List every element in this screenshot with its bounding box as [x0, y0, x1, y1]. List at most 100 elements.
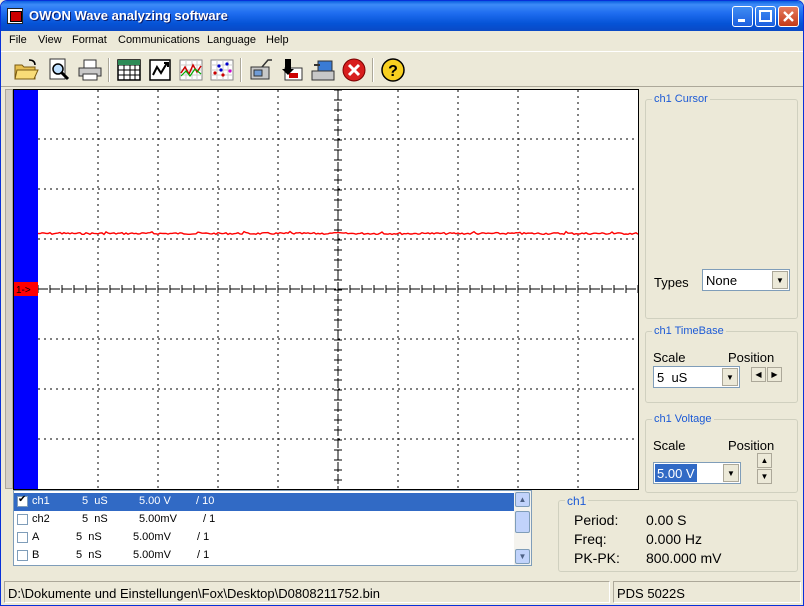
channel-ratio: / 1: [197, 531, 210, 543]
ch2-checkbox[interactable]: [17, 514, 28, 525]
maximize-button[interactable]: [755, 6, 776, 27]
app-window: OWON Wave analyzing software File View F…: [0, 0, 804, 606]
channel-row-b[interactable]: B 5 nS 5.00mV / 1: [14, 547, 516, 565]
menu-language[interactable]: Language: [207, 34, 256, 46]
scroll-up-icon[interactable]: ▲: [515, 492, 530, 507]
timebase-position-left[interactable]: ◀: [751, 367, 766, 382]
channel-ratio: / 1: [197, 549, 210, 561]
status-file-path: D:\Dokumente und Einstellungen\Fox\Deskt…: [4, 581, 610, 603]
timebase-scale-value: 5 uS: [657, 370, 688, 385]
close-button[interactable]: [778, 6, 799, 27]
print-button[interactable]: [77, 57, 103, 83]
types-select-value: None: [706, 273, 738, 288]
help-button[interactable]: ?: [380, 57, 406, 83]
measure-group-title: ch1: [565, 494, 589, 508]
freq-value: 0.000 Hz: [646, 531, 703, 547]
app-icon[interactable]: [7, 8, 23, 24]
voltage-position-down[interactable]: ▼: [757, 469, 772, 484]
ch1-checkbox[interactable]: [17, 494, 28, 507]
toolbar-separator: [372, 58, 374, 82]
maximize-icon: [759, 10, 772, 22]
help-icon: ?: [381, 58, 405, 82]
menu-bar: File View Format Communications Language…: [1, 32, 803, 50]
a-checkbox[interactable]: [17, 532, 28, 543]
voltage-group: ch1 Voltage Scale Position 5.00 V ▼ ▲ ▼: [645, 413, 798, 493]
read-icon: [282, 59, 303, 81]
period-value: 0.00 S: [646, 512, 687, 528]
chevron-down-icon[interactable]: ▼: [772, 271, 788, 289]
open-button[interactable]: [13, 57, 39, 83]
waveform-display[interactable]: 1->: [13, 89, 639, 490]
channel-time: 5 nS: [76, 549, 102, 561]
scroll-down-icon[interactable]: ▼: [515, 549, 530, 564]
read-button[interactable]: [279, 57, 305, 83]
channel-volt: 5.00mV: [133, 549, 171, 561]
voltage-scale-label: Scale: [653, 438, 686, 453]
pkpk-value: 800.000 mV: [646, 550, 722, 566]
b-checkbox[interactable]: [17, 550, 28, 561]
export-icon: [149, 59, 171, 81]
preview-button[interactable]: [46, 57, 72, 83]
voltage-position-up[interactable]: ▲: [757, 453, 772, 468]
menu-view[interactable]: View: [38, 34, 62, 46]
channel-row-ch2[interactable]: ch2 5 nS 5.00mV / 1: [14, 511, 516, 529]
print-icon: [78, 59, 102, 81]
types-label: Types: [654, 275, 689, 290]
freq-label: Freq:: [574, 531, 607, 547]
channel-row-a[interactable]: A 5 nS 5.00mV / 1: [14, 529, 516, 547]
toolbar-separator: [108, 58, 110, 82]
timebase-scale-select[interactable]: 5 uS ▼: [653, 366, 740, 388]
menu-file[interactable]: File: [9, 34, 27, 46]
period-label: Period:: [574, 512, 619, 528]
connect-icon: [250, 59, 272, 80]
timebase-position-right[interactable]: ▶: [767, 367, 782, 382]
scatter-icon: [210, 59, 234, 81]
table-button[interactable]: [116, 57, 142, 83]
device-button[interactable]: [310, 57, 336, 83]
cursor-group-title: ch1 Cursor: [652, 93, 710, 105]
channel-name: ch2: [32, 513, 50, 525]
timebase-position-label: Position: [728, 350, 775, 365]
channel-name: ch1: [32, 495, 50, 507]
waveform-button[interactable]: [178, 57, 204, 83]
voltage-group-title: ch1 Voltage: [652, 413, 714, 425]
chevron-down-icon[interactable]: ▼: [723, 464, 739, 482]
window-title: OWON Wave analyzing software: [29, 8, 228, 23]
menu-format[interactable]: Format: [72, 34, 107, 46]
minimize-button[interactable]: [732, 6, 753, 27]
menu-help[interactable]: Help: [266, 34, 289, 46]
minimize-icon: [738, 19, 745, 22]
status-model: PDS 5022S: [613, 581, 801, 603]
channel-row-ch1[interactable]: ch1 5 uS 5.00 V / 10: [14, 493, 516, 511]
scroll-thumb[interactable]: [515, 511, 530, 533]
channel-list[interactable]: ch1 5 uS 5.00 V / 10 ch2 5 nS 5.00mV / 1…: [13, 490, 532, 566]
types-select[interactable]: None ▼: [702, 269, 790, 291]
stop-icon: [342, 58, 366, 82]
waveform-icon: [179, 59, 203, 81]
channel-ratio: / 1: [203, 513, 216, 525]
menu-communications[interactable]: Communications: [118, 34, 200, 46]
close-icon: [783, 11, 794, 22]
scatter-button[interactable]: [209, 57, 235, 83]
export-button[interactable]: [147, 57, 173, 83]
table-icon: [117, 59, 141, 81]
channel-time: 5 nS: [82, 513, 108, 525]
timebase-group-title: ch1 TimeBase: [652, 325, 726, 337]
connect-button[interactable]: [248, 57, 274, 83]
left-scroll-strip[interactable]: [5, 89, 13, 489]
channel-volt: 5.00 V: [139, 495, 171, 507]
timebase-group: ch1 TimeBase Scale Position 5 uS ▼ ◀ ▶: [645, 325, 798, 403]
chevron-down-icon[interactable]: ▼: [722, 368, 738, 386]
channel-time: 5 uS: [82, 495, 108, 507]
channel-list-scrollbar[interactable]: ▲ ▼: [514, 491, 531, 565]
channel-volt: 5.00mV: [133, 531, 171, 543]
ch1-marker-label: 1->: [16, 285, 31, 296]
status-bar: D:\Dokumente und Einstellungen\Fox\Deskt…: [1, 579, 803, 605]
stop-button[interactable]: [341, 57, 367, 83]
channel-time: 5 nS: [76, 531, 102, 543]
timebase-scale-label: Scale: [653, 350, 686, 365]
voltage-scale-select[interactable]: 5.00 V ▼: [653, 462, 741, 484]
title-bar[interactable]: OWON Wave analyzing software: [1, 1, 803, 31]
preview-icon: [49, 58, 70, 81]
waveform-svg: 1->: [14, 90, 638, 489]
